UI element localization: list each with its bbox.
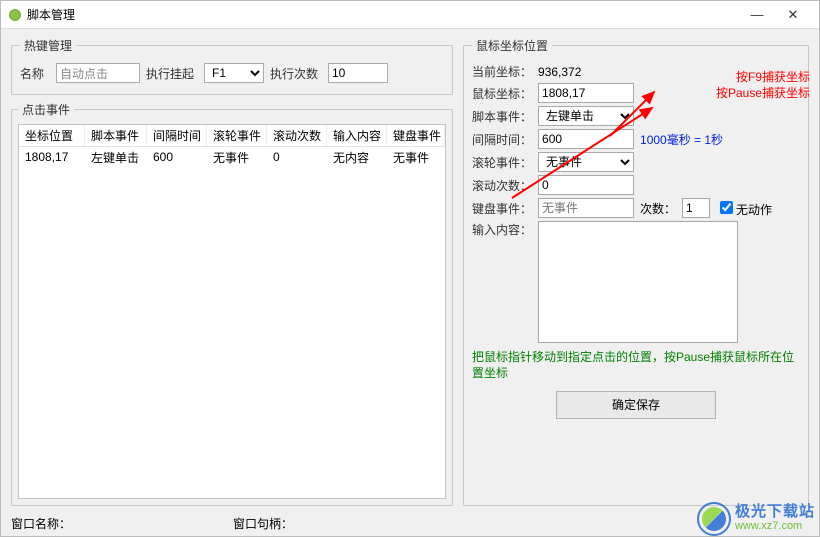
scroll-times-input[interactable] — [538, 175, 634, 195]
cell: 无事件 — [207, 147, 267, 168]
suspend-select[interactable]: F1 — [204, 63, 264, 83]
script-evt-select[interactable]: 左键单击 — [538, 106, 634, 126]
table-body: 1808,17 左键单击 600 无事件 0 无内容 无事件 — [19, 147, 445, 498]
table-row[interactable]: 1808,17 左键单击 600 无事件 0 无内容 无事件 — [19, 147, 445, 167]
name-label: 名称 — [20, 65, 50, 82]
body: 热键管理 名称 执行挂起 F1 执行次数 点击事件 坐标位置 脚本事件 间隔时间 — [1, 29, 819, 514]
right-pane: 鼠标坐标位置 当前坐标： 936,372 鼠标坐标： 脚本事件： 左键单击 间隔… — [463, 37, 809, 506]
close-button[interactable]: ✕ — [775, 4, 811, 26]
winhandle-label: 窗口句柄： — [233, 515, 293, 532]
noaction-checkbox-wrap[interactable]: 无动作 — [716, 198, 772, 218]
watermark-logo-icon — [697, 502, 731, 536]
mouse-group: 鼠标坐标位置 当前坐标： 936,372 鼠标坐标： 脚本事件： 左键单击 间隔… — [463, 37, 809, 506]
current-value: 936,372 — [538, 65, 581, 79]
keyboard-label: 键盘事件： — [472, 200, 532, 217]
wheel-evt-select[interactable]: 无事件 — [538, 152, 634, 172]
hotkey-legend: 热键管理 — [20, 37, 76, 54]
hotkey-group: 热键管理 名称 执行挂起 F1 执行次数 — [11, 37, 453, 95]
cell: 无事件 — [387, 147, 445, 168]
input-content-label: 输入内容： — [472, 221, 532, 238]
titlebar: 脚本管理 — ✕ — [1, 1, 819, 29]
col-wheel[interactable]: 滚轮事件 — [207, 125, 267, 146]
interval-input[interactable] — [538, 129, 634, 149]
cell: 0 — [267, 148, 327, 166]
scroll-times-label: 滚动次数： — [472, 177, 532, 194]
events-table: 坐标位置 脚本事件 间隔时间 滚轮事件 滚动次数 输入内容 键盘事件 1808,… — [18, 124, 446, 499]
table-header: 坐标位置 脚本事件 间隔时间 滚轮事件 滚动次数 输入内容 键盘事件 — [19, 125, 445, 147]
col-interval[interactable]: 间隔时间 — [147, 125, 207, 146]
mouse-legend: 鼠标坐标位置 — [472, 37, 552, 54]
interval-hint: 1000毫秒 = 1秒 — [640, 131, 723, 148]
winname-label: 窗口名称： — [11, 515, 71, 532]
cell: 无内容 — [327, 147, 387, 168]
cell: 左键单击 — [85, 147, 147, 168]
cell: 1808,17 — [19, 148, 85, 166]
noaction-label: 无动作 — [736, 203, 772, 217]
click-events-legend: 点击事件 — [18, 101, 74, 118]
watermark-cn: 极光下载站 — [735, 505, 815, 519]
col-evt[interactable]: 脚本事件 — [85, 125, 147, 146]
script-evt-label: 脚本事件： — [472, 108, 532, 125]
watermark: 极光下载站 www.xz7.com — [697, 502, 815, 536]
pos-input[interactable] — [538, 83, 634, 103]
col-key[interactable]: 键盘事件 — [387, 125, 445, 146]
cell: 600 — [147, 148, 207, 166]
save-button[interactable]: 确定保存 — [556, 391, 716, 419]
times-label: 执行次数 — [270, 65, 322, 82]
window-title: 脚本管理 — [27, 6, 739, 23]
left-pane: 热键管理 名称 执行挂起 F1 执行次数 点击事件 坐标位置 脚本事件 间隔时间 — [11, 37, 453, 506]
minimize-button[interactable]: — — [739, 4, 775, 26]
keyboard-times-input[interactable] — [682, 198, 710, 218]
click-events-group: 点击事件 坐标位置 脚本事件 间隔时间 滚轮事件 滚动次数 输入内容 键盘事件 … — [11, 101, 453, 506]
interval-label: 间隔时间： — [472, 131, 532, 148]
hint-f9: 按F9捕获坐标 — [736, 70, 810, 84]
current-label: 当前坐标： — [472, 63, 532, 80]
suspend-label: 执行挂起 — [146, 65, 198, 82]
app-window: 脚本管理 — ✕ 热键管理 名称 执行挂起 F1 执行次数 点击事件 — [0, 0, 820, 537]
keyboard-times-label: 次数： — [640, 200, 676, 217]
input-content-textarea[interactable] — [538, 221, 738, 343]
col-scroll[interactable]: 滚动次数 — [267, 125, 327, 146]
noaction-checkbox[interactable] — [720, 201, 733, 214]
pos-label: 鼠标坐标： — [472, 85, 532, 102]
col-pos[interactable]: 坐标位置 — [19, 125, 85, 146]
times-input[interactable] — [328, 63, 388, 83]
footer: 窗口名称： 窗口句柄： — [11, 515, 293, 532]
hint-pause: 按Pause捕获坐标 — [716, 86, 810, 100]
tip-text: 把鼠标指针移动到指定点击的位置，按Pause捕获鼠标所在位置坐标 — [472, 349, 800, 381]
keyboard-input[interactable] — [538, 198, 634, 218]
watermark-url: www.xz7.com — [735, 519, 815, 533]
name-input[interactable] — [56, 63, 140, 83]
app-icon — [9, 9, 21, 21]
col-input[interactable]: 输入内容 — [327, 125, 387, 146]
wheel-evt-label: 滚轮事件： — [472, 154, 532, 171]
